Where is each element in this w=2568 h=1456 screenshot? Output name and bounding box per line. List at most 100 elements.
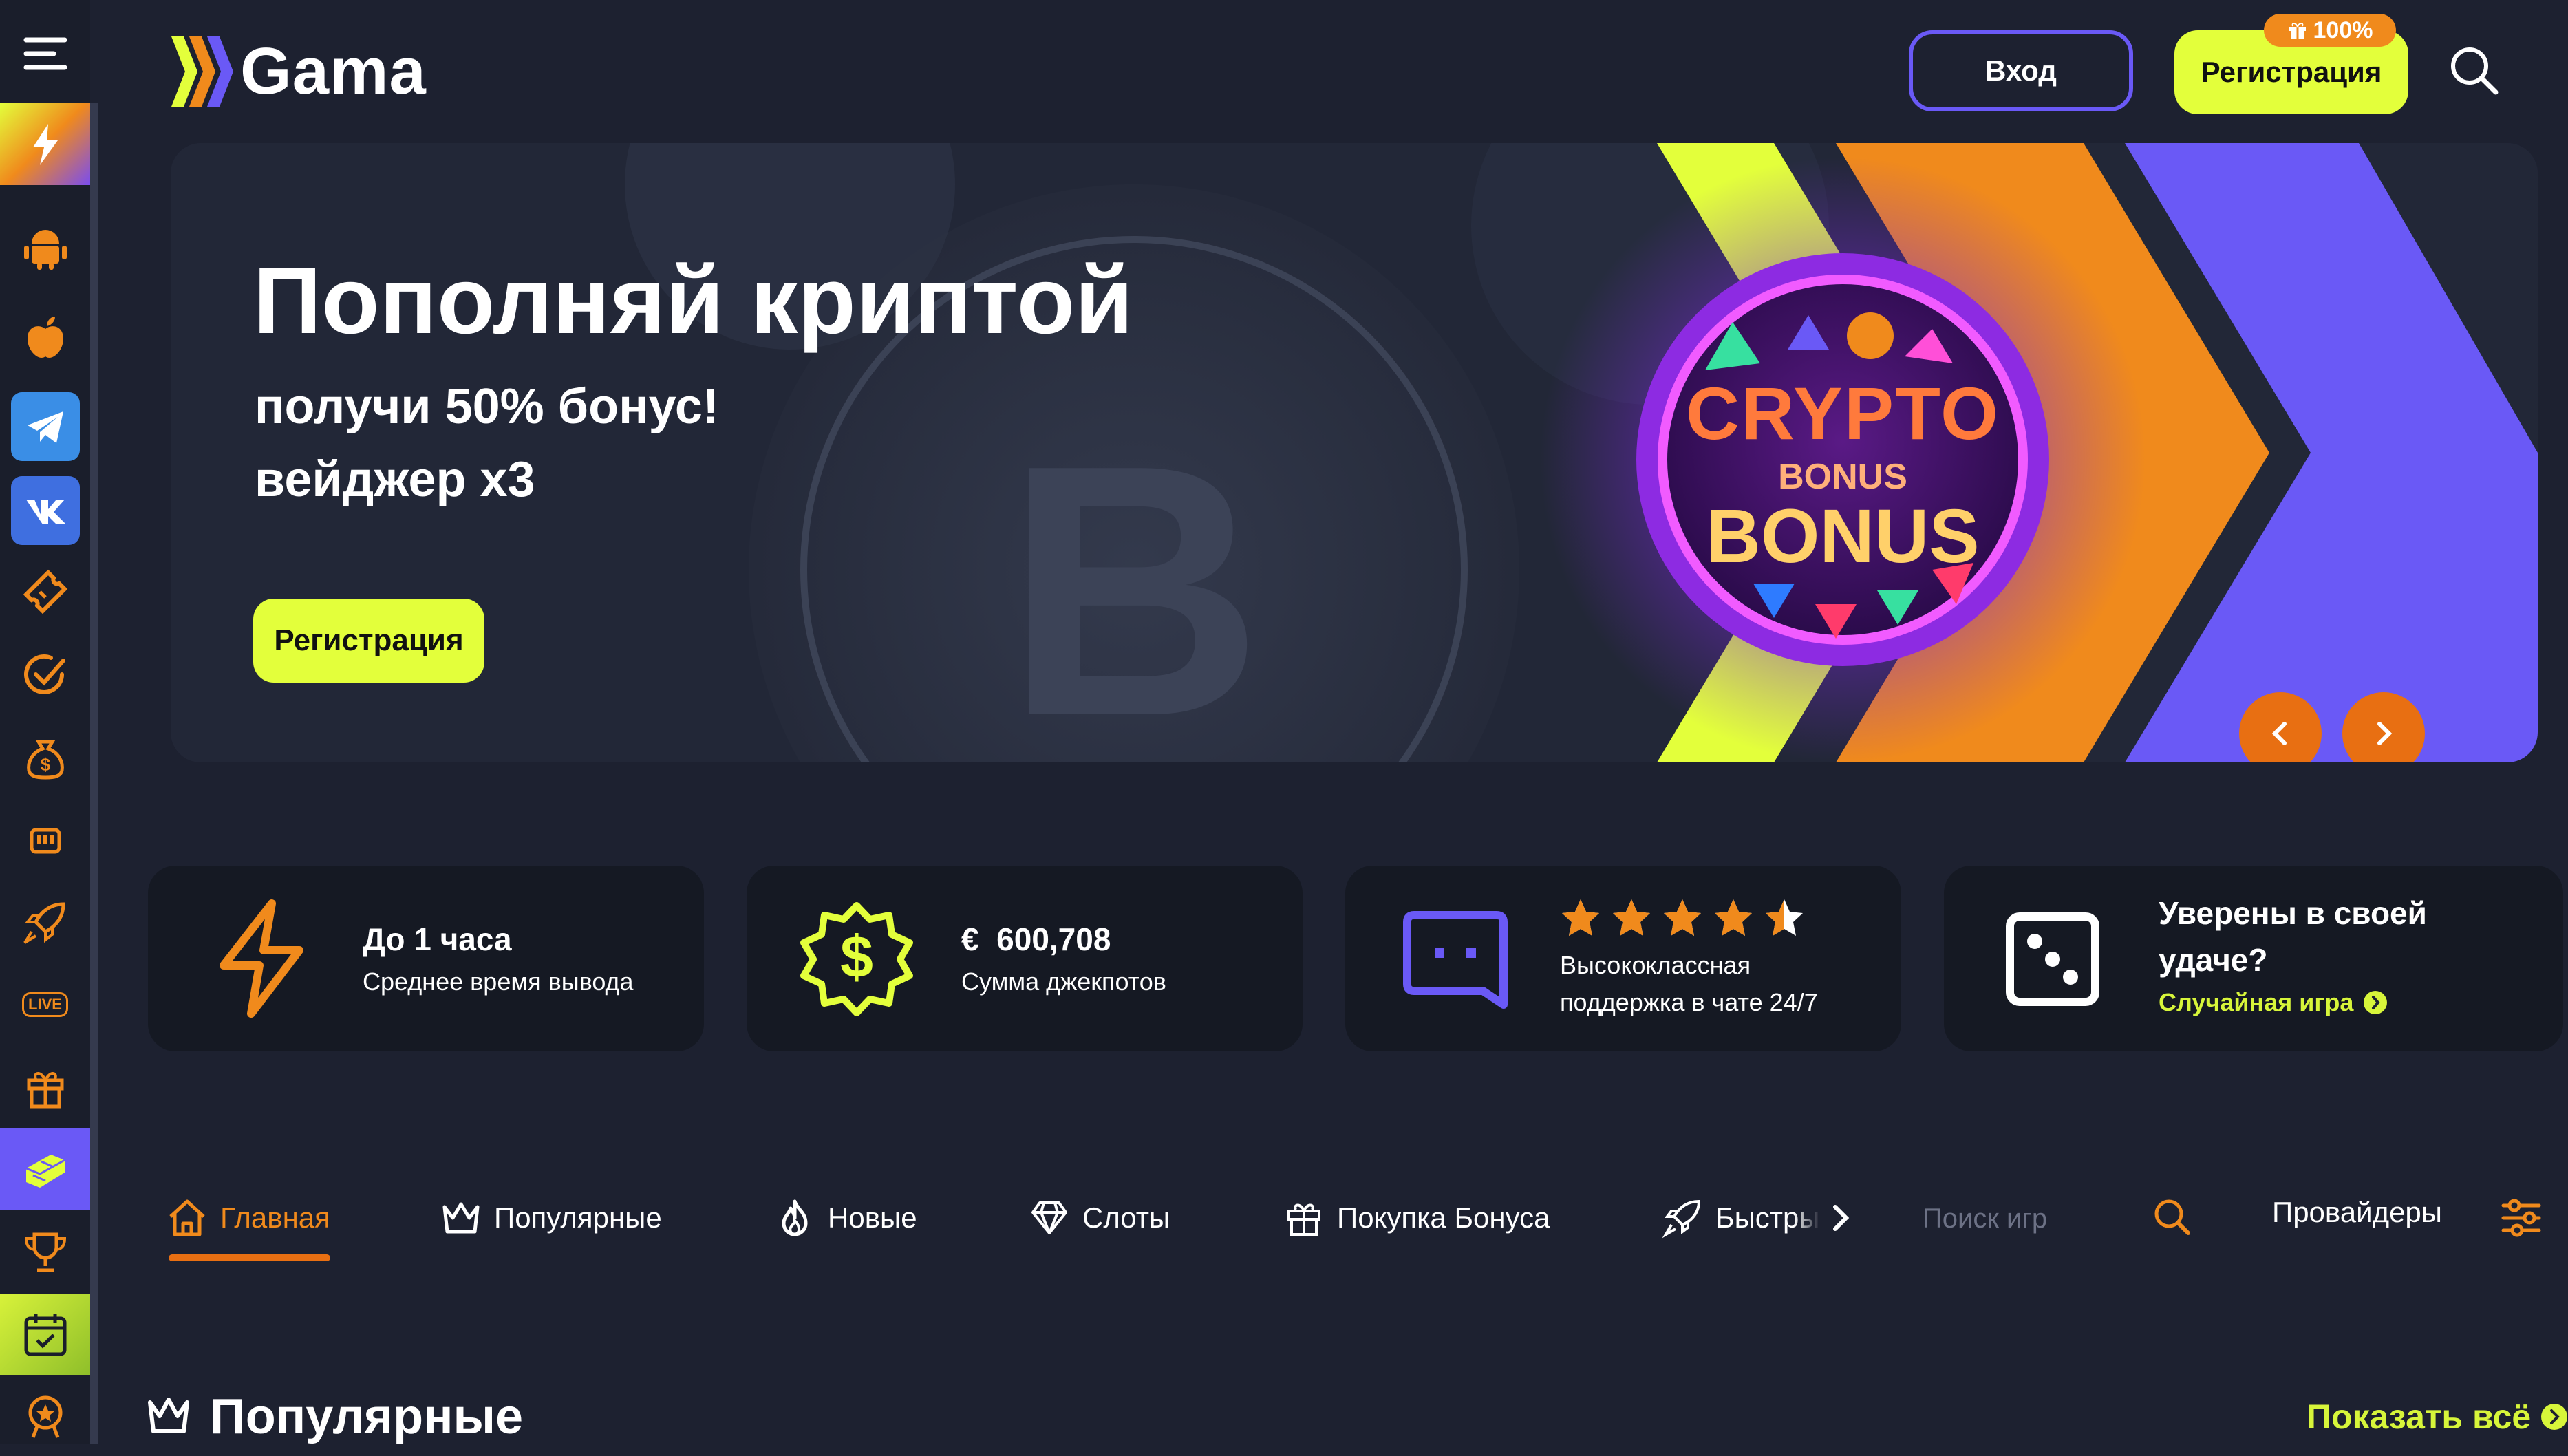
stat-card-random-game: Уверены в своей удаче? Случайная игра xyxy=(1944,866,2563,1051)
svg-text:$: $ xyxy=(40,754,50,775)
slot-machine-icon xyxy=(30,828,61,853)
diamond-icon xyxy=(1031,1201,1067,1234)
sidebar-item-achievements[interactable] xyxy=(0,1374,90,1456)
banner-art-text-1: CRYPTO xyxy=(1685,372,2000,455)
gift-icon xyxy=(2289,23,2306,39)
stat-card-support: Высококлассная поддержка в чате 24/7 xyxy=(1345,866,1901,1051)
android-icon xyxy=(23,229,67,270)
random-game-link[interactable]: Случайная игра xyxy=(2159,988,2388,1017)
logo-chevrons-icon xyxy=(171,36,233,107)
stat-subtitle-line1: Высококлассная xyxy=(1560,951,1751,979)
tab-home[interactable]: Главная xyxy=(167,1190,330,1245)
ticket-icon xyxy=(23,569,67,614)
award-icon xyxy=(28,1395,62,1438)
tabs-scroll-right-icon[interactable] xyxy=(1827,1203,1854,1233)
game-search-input[interactable] xyxy=(1921,1195,2130,1243)
random-title-line2: удаче? xyxy=(2159,942,2268,978)
menu-button[interactable] xyxy=(0,12,90,94)
sidebar-item-vk[interactable] xyxy=(0,469,90,551)
show-all-label: Показать всё xyxy=(2307,1398,2532,1436)
crown-icon xyxy=(442,1202,480,1234)
section-title: Популярные xyxy=(210,1389,524,1444)
game-search-icon[interactable] xyxy=(2151,1196,2192,1237)
jackpot-amount: € 600,708 xyxy=(961,921,1111,958)
currency-symbol: € xyxy=(961,921,979,957)
sidebar-scrollbar[interactable] xyxy=(90,103,98,1444)
rocket-icon xyxy=(23,901,65,944)
sidebar-item-bonuses[interactable] xyxy=(0,1046,90,1128)
tab-label: Популярные xyxy=(494,1201,662,1234)
filter-icon[interactable] xyxy=(2499,1196,2543,1240)
logo-text: Gama xyxy=(240,34,427,108)
sidebar-item-tickets[interactable] xyxy=(0,550,90,632)
svg-text:$: $ xyxy=(840,924,873,990)
sidebar-item-slots[interactable] xyxy=(0,798,90,880)
svg-text:B: B xyxy=(1005,391,1263,762)
gift-icon xyxy=(27,1071,63,1108)
chevron-circle-right-icon xyxy=(2364,991,2388,1014)
banner-art-text-2: BONUS xyxy=(1778,457,1907,497)
stat-subtitle: Сумма джекпотов xyxy=(961,967,1166,996)
sidebar-item-tasks[interactable] xyxy=(0,633,90,715)
stat-subtitle: Среднее время вывода xyxy=(363,967,634,996)
sidebar-item-android[interactable] xyxy=(0,206,90,288)
stat-title: До 1 часа xyxy=(363,921,512,957)
star-icon xyxy=(1715,899,1752,936)
sidebar-item-levels[interactable] xyxy=(0,1128,90,1210)
tab-new[interactable]: Новые xyxy=(774,1190,917,1245)
login-button[interactable]: Вход xyxy=(1909,30,2133,111)
sidebar-item-promo[interactable] xyxy=(0,103,90,185)
chevron-circle-right-icon xyxy=(2541,1404,2568,1430)
sidebar-item-calendar[interactable] xyxy=(0,1294,90,1375)
rocket-icon xyxy=(1662,1199,1701,1239)
sidebar-item-apple[interactable] xyxy=(0,296,90,378)
stat-card-withdrawal: До 1 часа Среднее время вывода xyxy=(148,866,704,1051)
random-game-label: Случайная игра xyxy=(2159,988,2354,1016)
sidebar-item-live[interactable]: LIVE xyxy=(0,963,90,1045)
rating-stars xyxy=(1560,897,1805,939)
search-icon[interactable] xyxy=(2446,43,2501,98)
sidebar-item-fast-games[interactable] xyxy=(0,881,90,963)
star-icon xyxy=(1613,899,1650,936)
jackpot-value: 600,708 xyxy=(996,921,1111,957)
telegram-icon xyxy=(27,411,63,443)
show-all-link[interactable]: Показать всё xyxy=(2307,1397,2568,1437)
stat-subtitle-line2: поддержка в чате 24/7 xyxy=(1560,988,1818,1016)
chevron-right-icon xyxy=(2377,722,2393,745)
tab-label: Слоты xyxy=(1082,1201,1170,1234)
menu-icon xyxy=(23,37,67,69)
banner-art-text-3: BONUS xyxy=(1706,494,1980,579)
live-label: LIVE xyxy=(22,992,68,1017)
banner-title: Пополняй криптой xyxy=(253,248,1133,354)
trophy-icon xyxy=(24,1232,66,1272)
banner-subtitle-2: вейджер x3 xyxy=(255,452,535,507)
register-badge-text: 100% xyxy=(2313,17,2373,43)
tab-bonus-buy[interactable]: Покупка Бонуса xyxy=(1283,1190,1550,1245)
banner-subtitle-1: получи 50% бонус! xyxy=(255,379,719,434)
dollar-badge-icon: $ xyxy=(800,902,913,1016)
logo[interactable]: Gama xyxy=(169,30,427,113)
tab-label: Главная xyxy=(220,1201,330,1234)
tab-slots[interactable]: Слоты xyxy=(1029,1190,1170,1245)
calendar-check-icon xyxy=(24,1314,66,1356)
tab-label: Быстры xyxy=(1715,1201,1820,1234)
sidebar-item-cashback[interactable]: $ xyxy=(0,716,90,797)
tab-popular[interactable]: Популярные xyxy=(440,1190,662,1245)
sidebar-item-tournaments[interactable] xyxy=(0,1211,90,1293)
star-icon xyxy=(1562,899,1599,936)
active-tab-indicator xyxy=(169,1254,330,1261)
providers-button[interactable]: Провайдеры xyxy=(2272,1196,2442,1229)
promo-banner[interactable]: B CRYPTO BONUS BONUS Пополняй криптой по… xyxy=(171,143,2538,762)
fire-icon xyxy=(782,1199,808,1236)
register-bonus-badge: 100% xyxy=(2264,14,2396,47)
sidebar-item-telegram[interactable] xyxy=(0,385,90,467)
chevron-left-icon xyxy=(2271,722,2287,745)
tab-fast[interactable]: Быстры xyxy=(1662,1190,1854,1245)
sidebar: $ LIVE xyxy=(0,0,98,1444)
crown-icon xyxy=(148,1398,189,1433)
banner-register-button[interactable]: Регистрация xyxy=(253,599,484,683)
random-title-line1: Уверены в своей xyxy=(2159,895,2427,931)
apple-icon xyxy=(27,316,63,358)
money-bag-icon: $ xyxy=(26,740,64,780)
star-icon xyxy=(1664,899,1701,936)
